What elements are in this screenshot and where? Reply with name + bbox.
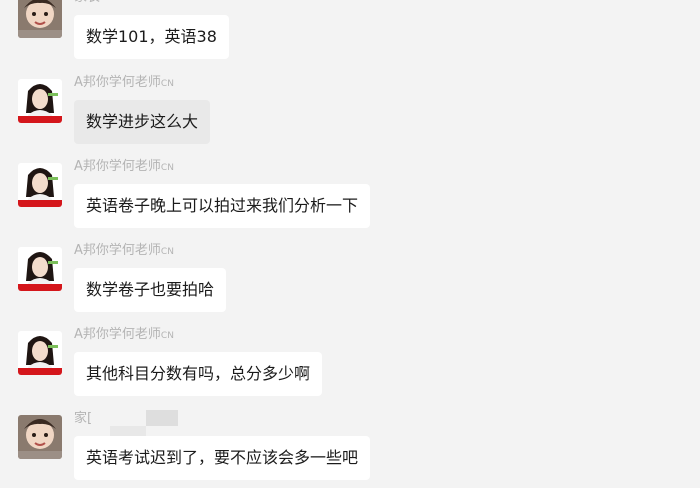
message-text: 数学101，英语38 [86, 27, 217, 46]
message-bubble[interactable]: 英语卷子晚上可以拍过来我们分析一下 [74, 184, 371, 228]
message-text: 英语考试迟到了，要不应该会多一些吧 [86, 448, 359, 467]
sender-name: A邦你学何老师CN [74, 159, 174, 174]
sender-name: 家[ [74, 411, 93, 426]
sender-suffix: CN [160, 331, 174, 341]
teacher-avatar[interactable] [18, 331, 62, 375]
redacted-name-mask [146, 410, 178, 426]
sender-name: A邦你学何老师CN [74, 327, 174, 342]
message-bubble-selected[interactable]: 数学进步这么大 [74, 100, 211, 144]
sender-suffix: CN [160, 247, 174, 257]
teacher-avatar[interactable] [18, 247, 62, 291]
parent-avatar[interactable] [18, 415, 62, 459]
parent-avatar[interactable] [18, 0, 62, 38]
teacher-avatar[interactable] [18, 163, 62, 207]
sender-name: A邦你学何老师CN [74, 243, 174, 258]
message-text: 数学进步这么大 [86, 112, 199, 131]
message-bubble[interactable]: 其他科目分数有吗，总分多少啊 [74, 352, 323, 396]
sender-suffix: CN [160, 79, 174, 89]
message-text: 英语卷子晚上可以拍过来我们分析一下 [86, 196, 359, 215]
message-bubble[interactable]: 数学101，英语38 [74, 15, 229, 59]
message-bubble[interactable]: 英语考试迟到了，要不应该会多一些吧 [74, 436, 371, 480]
chat-history: 家长 数学101，英语38 A邦你学何老师CN 数学进步这么大 [0, 0, 700, 488]
message-bubble[interactable]: 数学卷子也要拍哈 [74, 268, 227, 312]
sender-suffix: CN [160, 163, 174, 173]
sender-name: 家长 [74, 0, 100, 6]
message-text: 数学卷子也要拍哈 [86, 280, 215, 299]
teacher-avatar[interactable] [18, 79, 62, 123]
message-text: 其他科目分数有吗，总分多少啊 [86, 364, 311, 383]
sender-name: A邦你学何老师CN [74, 75, 174, 90]
